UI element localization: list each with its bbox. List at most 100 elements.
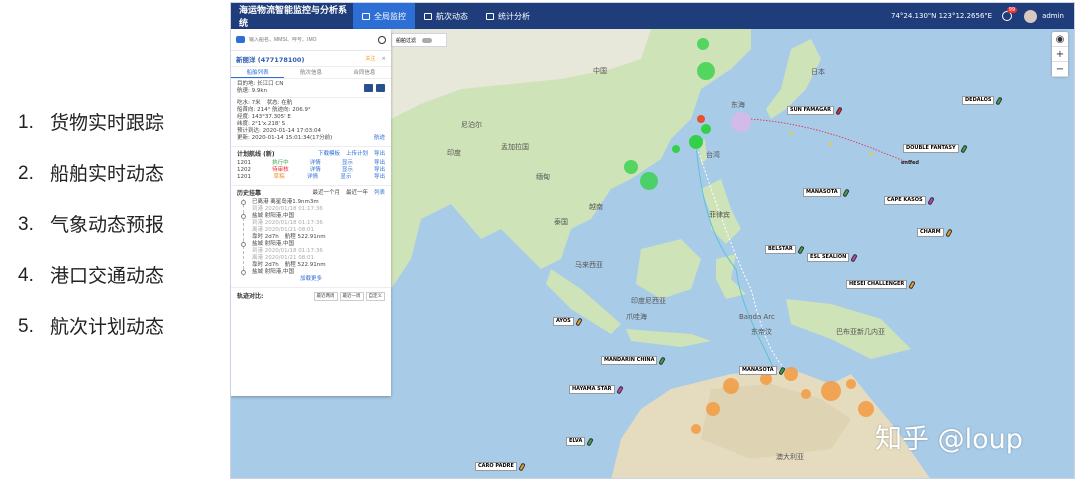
ship-marker-label: HAYAMA STAR <box>569 385 615 394</box>
compare-custom-button[interactable]: 自定义 <box>365 292 385 301</box>
ship-marker[interactable]: DOUBLE FANTASY <box>903 144 968 153</box>
export-row-link[interactable]: 导出 <box>374 160 385 167</box>
bell-icon[interactable]: 99 <box>1002 7 1018 21</box>
app-window: 中国 印度 印度尼西亚 澳大利亚 菲律宾 越南 泰国 马来西亚 台湾 日本 巴布… <box>230 2 1075 479</box>
nav-global-monitor[interactable]: 全局监控 <box>353 3 415 29</box>
radio-year[interactable]: 最近一年 <box>346 190 368 197</box>
ship-marker-label: SUN FAMAGAR <box>787 106 834 115</box>
follow-button[interactable]: 关注 <box>365 55 375 62</box>
close-icon[interactable]: × <box>381 56 386 62</box>
map-label-bangladesh: 孟加拉国 <box>501 142 529 151</box>
ship-marker[interactable]: ELVA <box>566 437 595 446</box>
ship-marker-label: HESEI CHALLENGER <box>846 280 908 289</box>
map-label-donghai: 东海 <box>731 100 745 109</box>
monitor-icon <box>362 12 370 20</box>
search-input[interactable] <box>249 36 374 43</box>
cursor-coordinates: 74°24.130"N 123°12.2656"E <box>891 12 993 20</box>
ship-marker-label: ELVA <box>566 437 586 446</box>
chart-icon <box>486 12 494 20</box>
camera-icon[interactable] <box>376 84 385 92</box>
table-row: 1201 草稿 详情 显示 导出 <box>237 174 385 181</box>
draught: 吃水: 7米 <box>237 100 261 106</box>
ship-filter[interactable]: 船舶过滤 <box>391 33 447 47</box>
slide-feature-list: 1. 货物实时跟踪 2. 船舶实时动态 3. 气象动态预报 4. 港口交通动态 5. 航次… <box>18 110 218 365</box>
zoom-control: ◉ + − <box>1052 32 1068 77</box>
radio-month[interactable]: 最近一个月 <box>312 190 340 197</box>
ship-marker[interactable]: SUN FAMAGAR <box>787 106 843 115</box>
ship-marker[interactable]: AYOS <box>553 317 583 326</box>
map-label-banda: Banda Arc <box>739 313 775 321</box>
map-label-java: 爪哇海 <box>626 312 647 321</box>
eta: 预计到达: 2020-01-14 17:03:04 <box>237 128 322 134</box>
history-list-link[interactable]: 列表 <box>374 190 385 197</box>
compare-two-weeks-button[interactable]: 最近两周 <box>313 292 338 301</box>
user-menu[interactable]: admin <box>1042 12 1064 20</box>
detail-link[interactable]: 详情 <box>310 167 321 174</box>
ship-marker-label: ESL SEALION <box>807 253 850 262</box>
app-title: 海运物流智能监控与分析系统 <box>239 6 348 29</box>
ship-icon[interactable] <box>236 36 245 43</box>
export-row-link[interactable]: 导出 <box>374 174 385 181</box>
export-link[interactable]: 导出 <box>374 151 385 158</box>
map-label-philippines: 菲律宾 <box>709 210 730 219</box>
ship-marker[interactable]: CARO PADRE <box>475 462 526 471</box>
ship-marker[interactable]: HAYAMA STAR <box>569 385 624 394</box>
export-row-link[interactable]: 导出 <box>374 167 385 174</box>
upload-plan-link[interactable]: 上传计划 <box>346 151 368 158</box>
tab-ship-list[interactable]: 船舶列表 <box>231 67 285 78</box>
ship-basic-info: 目的地: 长江口 CN 航速: 9.9kn 吃水: 7米 状态: 在航 船首向: … <box>231 79 391 144</box>
zoom-in-button[interactable]: + <box>1052 47 1068 62</box>
nav-statistics[interactable]: 统计分析 <box>477 3 539 29</box>
plan-title: 计划航线 (新) <box>237 151 275 158</box>
ship-marker-label: BELSTAR <box>765 245 796 254</box>
ship-marker-label: DOUBLE FANTASY <box>903 144 959 153</box>
ship-marker[interactable]: DEDALOS <box>962 96 1004 105</box>
filter-toggle[interactable] <box>422 37 433 43</box>
notification-badge: 99 <box>1006 7 1018 13</box>
download-template-link[interactable]: 下载模板 <box>318 151 340 158</box>
ship-marker[interactable]: CHARM <box>917 228 953 237</box>
detail-link[interactable]: 详情 <box>307 174 318 181</box>
ship-marker-label: MANDARIN CHINA <box>601 356 658 365</box>
ship-marker-label: DEDALOS <box>962 96 995 105</box>
ship-marker[interactable]: ESL SEALION <box>807 253 859 262</box>
map-label-png: 巴布亚新几内亚 <box>836 327 885 336</box>
ship-marker[interactable]: MANDARIN CHINA <box>601 356 667 365</box>
layers-icon[interactable]: ◉ <box>1052 32 1068 47</box>
nav-status: 状态: 在航 <box>266 100 293 106</box>
show-link[interactable]: 显示 <box>342 167 353 174</box>
ship-marker[interactable]: HESEI CHALLENGER <box>846 280 917 289</box>
tab-contract-info[interactable]: 合同信息 <box>338 67 391 78</box>
ship-marker[interactable]: CAPE KASOS <box>884 196 935 205</box>
feature-item: 3. 气象动态预报 <box>18 214 165 236</box>
compare-one-week-button[interactable]: 最近一周 <box>339 292 364 301</box>
load-more-link[interactable]: 加载更多 <box>237 276 385 283</box>
avatar[interactable] <box>1024 9 1038 23</box>
map-label-nepal: 尼泊尔 <box>461 120 482 129</box>
video-icon[interactable] <box>364 84 373 92</box>
nav-voyage-dynamics[interactable]: 航次动态 <box>415 3 477 29</box>
detail-link[interactable]: 详情 <box>310 160 321 167</box>
search-icon[interactable] <box>378 35 386 44</box>
history-section: 历史挂靠 最近一个月 最近一年 列表 已离港 离星岛港1.9nm3m 到港 20… <box>231 188 391 285</box>
ship-marker[interactable]: BELSTAR <box>765 245 805 254</box>
ship-header: 新丽洋 (477178100) 关注 × <box>231 51 391 67</box>
map-label-japan: 日本 <box>811 67 825 76</box>
map-label-china: 中国 <box>593 66 607 75</box>
track-link[interactable]: 航迹 <box>374 135 385 142</box>
show-link[interactable]: 显示 <box>340 174 351 181</box>
zoom-out-button[interactable]: − <box>1052 62 1068 77</box>
map-label-australia: 澳大利亚 <box>776 452 804 461</box>
feature-item: 4. 港口交通动态 <box>18 265 165 287</box>
tab-voyage-info[interactable]: 航次信息 <box>284 67 337 78</box>
history-entry: 盐城 射阳港,中国 <box>241 269 385 276</box>
history-title: 历史挂靠 <box>237 190 262 197</box>
ship-marker-label: MANASOTA <box>803 188 841 197</box>
ship-marker[interactable]: MANASOTA <box>739 366 786 375</box>
ship-detail-panel: 新丽洋 (477178100) 关注 × 船舶列表 航次信息 合同信息 目的地:… <box>231 29 391 396</box>
search-bar <box>231 29 391 51</box>
table-row: 1201 执行中 详情 显示 导出 <box>237 160 385 167</box>
show-link[interactable]: 显示 <box>342 160 353 167</box>
history-entry: 盐城 射阳港,中国 到港 2020/01/18 01:17:36 离港 2020… <box>241 213 385 241</box>
ship-marker[interactable]: MANASOTA <box>803 188 850 197</box>
